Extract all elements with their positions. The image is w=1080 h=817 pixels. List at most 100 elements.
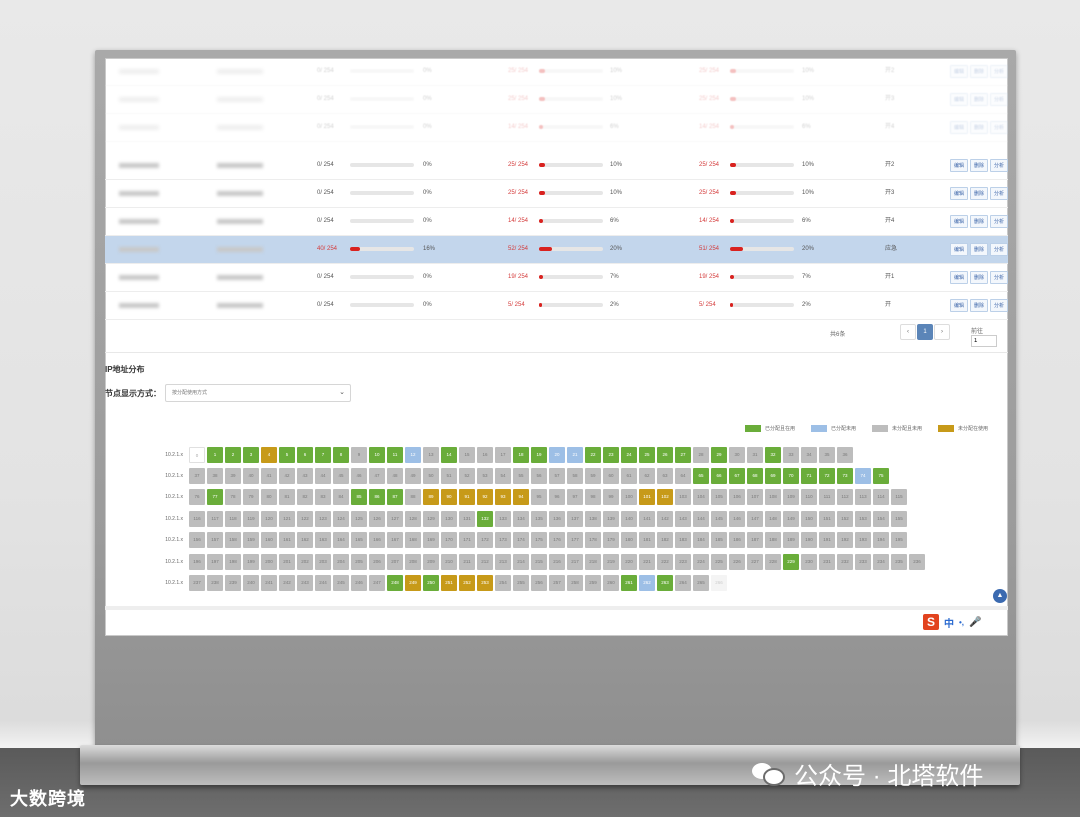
ip-cell[interactable]: 154 [873, 510, 889, 527]
table-row[interactable]: 0/ 254 0% 14/ 254 6% 14/ 254 6% 开4 编辑 删除 分析 [105, 208, 1008, 236]
ip-cell[interactable]: 134 [513, 510, 529, 527]
ip-cell[interactable]: 205 [351, 553, 367, 570]
ip-cell[interactable]: 264 [675, 575, 691, 592]
pagination-page-1[interactable]: 1 [917, 324, 933, 340]
ip-cell[interactable]: 167 [387, 532, 403, 549]
ip-cell[interactable]: 7 [315, 446, 331, 463]
ip-cell[interactable]: 142 [657, 510, 673, 527]
ip-cell[interactable]: 120 [261, 510, 277, 527]
ip-cell[interactable]: 105 [711, 489, 727, 506]
ip-cell[interactable]: 137 [567, 510, 583, 527]
ip-cell[interactable]: 239 [225, 575, 241, 592]
ip-cell[interactable]: 174 [513, 532, 529, 549]
ip-cell[interactable]: 50 [423, 468, 439, 485]
ip-cell[interactable]: 223 [675, 553, 691, 570]
ip-cell[interactable]: 94 [513, 489, 529, 506]
ip-cell[interactable]: 79 [243, 489, 259, 506]
ip-cell[interactable]: 74 [855, 468, 871, 485]
ip-cell[interactable]: 135 [531, 510, 547, 527]
ip-cell[interactable]: 6 [297, 446, 313, 463]
ip-cell[interactable]: 158 [225, 532, 241, 549]
ip-cell[interactable]: 78 [225, 489, 241, 506]
ip-cell[interactable]: 263 [657, 575, 673, 592]
analyze-button[interactable]: 分析 [989, 93, 1008, 106]
ip-cell[interactable]: 204 [333, 553, 349, 570]
ip-cell[interactable]: 229 [783, 553, 799, 570]
ip-cell[interactable]: 15 [459, 446, 475, 463]
ip-cell[interactable]: 67 [729, 468, 745, 485]
pagination-goto-input[interactable] [971, 335, 997, 347]
ip-cell[interactable]: 255 [513, 575, 529, 592]
ip-cell[interactable]: 145 [711, 510, 727, 527]
ip-cell[interactable]: 160 [261, 532, 277, 549]
delete-button[interactable]: 删除 [969, 299, 988, 312]
ip-cell[interactable]: 169 [423, 532, 439, 549]
ip-cell[interactable]: 228 [765, 553, 781, 570]
ip-cell[interactable]: 251 [441, 575, 457, 592]
ip-cell[interactable]: 188 [765, 532, 781, 549]
ip-cell[interactable]: 133 [495, 510, 511, 527]
ip-cell[interactable]: 211 [459, 553, 475, 570]
ip-cell[interactable]: 189 [783, 532, 799, 549]
ip-cell[interactable]: 109 [783, 489, 799, 506]
ip-cell[interactable]: 260 [603, 575, 619, 592]
ip-cell[interactable]: 170 [441, 532, 457, 549]
display-mode-select[interactable]: 按分配使用方式 ⌄ [165, 384, 351, 402]
table-row[interactable]: 0/ 254 0% 5/ 254 2% 5/ 254 2% 开 编辑 删除 分析 [105, 292, 1008, 320]
ip-cell[interactable]: 143 [675, 510, 691, 527]
ip-cell[interactable]: 151 [819, 510, 835, 527]
ip-cell[interactable]: 262 [639, 575, 655, 592]
ip-cell[interactable]: 147 [747, 510, 763, 527]
ip-cell[interactable]: 194 [873, 532, 889, 549]
ip-cell[interactable]: 144 [693, 510, 709, 527]
ip-cell[interactable]: 201 [279, 553, 295, 570]
ip-cell[interactable]: 252 [459, 575, 475, 592]
ime-punctuation-icon[interactable]: •, [959, 618, 964, 627]
ip-cell[interactable]: 28 [693, 446, 709, 463]
horizontal-scrollbar[interactable] [105, 606, 1008, 610]
edit-button[interactable]: 编辑 [949, 271, 968, 284]
table-row[interactable]: 0/ 254 0% 25/ 254 10% 25/ 254 10% 开2 编辑 删除 分析 [105, 152, 1008, 180]
ip-cell[interactable]: 244 [315, 575, 331, 592]
ip-cell[interactable]: 3 [243, 446, 259, 463]
ip-cell[interactable]: 140 [621, 510, 637, 527]
ip-cell[interactable]: 22 [585, 446, 601, 463]
ip-cell[interactable]: 75 [873, 468, 889, 485]
ip-cell[interactable]: 13 [423, 446, 439, 463]
ip-cell[interactable]: 111 [819, 489, 835, 506]
ip-cell[interactable]: 53 [477, 468, 493, 485]
ip-cell[interactable]: 2 [225, 446, 241, 463]
ip-cell[interactable]: 242 [279, 575, 295, 592]
ip-cell[interactable]: 130 [441, 510, 457, 527]
ip-cell[interactable]: 181 [639, 532, 655, 549]
delete-button[interactable]: 删除 [969, 243, 988, 256]
pagination-next-button[interactable]: › [934, 324, 950, 340]
edit-button[interactable]: 编辑 [949, 65, 968, 78]
ip-cell[interactable]: 266 [711, 575, 727, 592]
ip-cell[interactable]: 24 [621, 446, 637, 463]
ip-cell[interactable]: 100 [621, 489, 637, 506]
ip-cell[interactable]: 70 [783, 468, 799, 485]
ip-cell[interactable]: 187 [747, 532, 763, 549]
ip-cell[interactable]: 101 [639, 489, 655, 506]
ip-cell[interactable]: 118 [225, 510, 241, 527]
ip-cell[interactable]: 192 [837, 532, 853, 549]
ip-cell[interactable]: 45 [333, 468, 349, 485]
analyze-button[interactable]: 分析 [989, 65, 1008, 78]
ip-cell[interactable]: 59 [585, 468, 601, 485]
ip-cell[interactable]: 112 [837, 489, 853, 506]
ip-cell[interactable]: 97 [567, 489, 583, 506]
ip-cell[interactable]: 72 [819, 468, 835, 485]
ip-cell[interactable]: 126 [369, 510, 385, 527]
delete-button[interactable]: 删除 [969, 65, 988, 78]
ip-cell[interactable]: 245 [333, 575, 349, 592]
sogou-ime-icon[interactable]: S [923, 614, 939, 630]
ip-cell[interactable]: 219 [603, 553, 619, 570]
ip-cell[interactable]: 65 [693, 468, 709, 485]
ip-cell[interactable]: 231 [819, 553, 835, 570]
ip-cell[interactable]: 190 [801, 532, 817, 549]
ip-cell[interactable]: 25 [639, 446, 655, 463]
ip-cell[interactable]: 73 [837, 468, 853, 485]
ip-cell[interactable]: 116 [189, 510, 205, 527]
ip-cell[interactable]: 89 [423, 489, 439, 506]
